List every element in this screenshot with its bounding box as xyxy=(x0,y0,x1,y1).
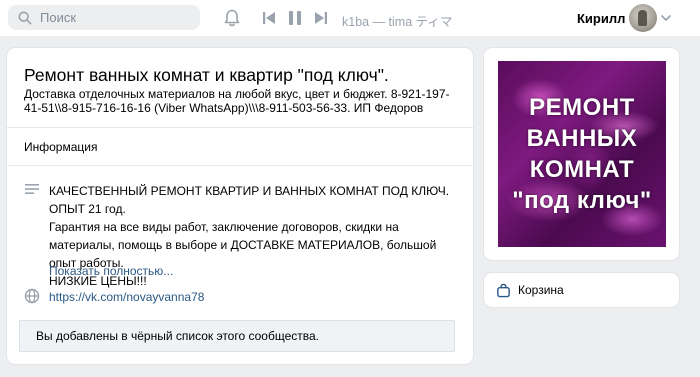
next-track-icon xyxy=(315,12,327,24)
cover-text-line: "под ключ" xyxy=(512,187,652,214)
globe-icon xyxy=(24,288,40,304)
page-title: Ремонт ванных комнат и квартир "под ключ… xyxy=(24,65,389,85)
website-link[interactable]: https://vk.com/novayvanna78 xyxy=(49,290,204,304)
search-input[interactable] xyxy=(40,10,190,25)
avatar[interactable] xyxy=(629,4,657,32)
chevron-down-icon xyxy=(661,15,671,21)
cover-text-line: ВАННЫХ xyxy=(526,125,638,152)
description-icon xyxy=(25,184,39,194)
cover-text-line: КОМНАТ xyxy=(529,156,635,183)
info-heading: Информация xyxy=(24,140,98,154)
previous-track-icon xyxy=(263,12,275,24)
pause-icon xyxy=(289,11,301,25)
show-more-link[interactable]: Показать полностью... xyxy=(49,264,173,278)
divider xyxy=(7,165,473,166)
community-status: Доставка отделочных материалов на любой … xyxy=(24,87,450,115)
cart-button[interactable]: Корзина xyxy=(484,273,679,307)
search-box[interactable] xyxy=(8,5,200,30)
divider xyxy=(7,127,473,128)
previous-track-button[interactable] xyxy=(262,10,276,26)
blacklist-notice: Вы добавлены в чёрный список этого сообщ… xyxy=(19,320,455,352)
cart-label: Корзина xyxy=(518,283,564,297)
user-name[interactable]: Кирилл xyxy=(577,11,625,26)
notifications-button[interactable] xyxy=(222,8,242,28)
top-bar: k1ba — tima ティマ Кирилл xyxy=(0,0,700,36)
shopping-bag-icon xyxy=(497,283,510,297)
bell-icon xyxy=(224,9,240,27)
next-track-button[interactable] xyxy=(314,10,328,26)
profile-menu-button[interactable] xyxy=(660,12,672,24)
cover-text: РЕМОНТ ВАННЫХ КОМНАТ "под ключ" xyxy=(498,61,666,247)
community-cover-image[interactable]: РЕМОНТ ВАННЫХ КОМНАТ "под ключ" xyxy=(498,61,666,247)
search-icon xyxy=(18,11,32,24)
cover-text-line: РЕМОНТ xyxy=(529,94,635,121)
pause-button[interactable] xyxy=(287,9,303,27)
player-track-title[interactable]: k1ba — tima ティマ xyxy=(342,11,452,30)
community-info-card: Ремонт ванных комнат и квартир "под ключ… xyxy=(7,48,473,364)
description-line: КАЧЕСТВЕННЫЙ РЕМОНТ КВАРТИР И ВАННЫХ КОМ… xyxy=(49,184,450,216)
community-cover-card: РЕМОНТ ВАННЫХ КОМНАТ "под ключ" xyxy=(484,48,679,260)
